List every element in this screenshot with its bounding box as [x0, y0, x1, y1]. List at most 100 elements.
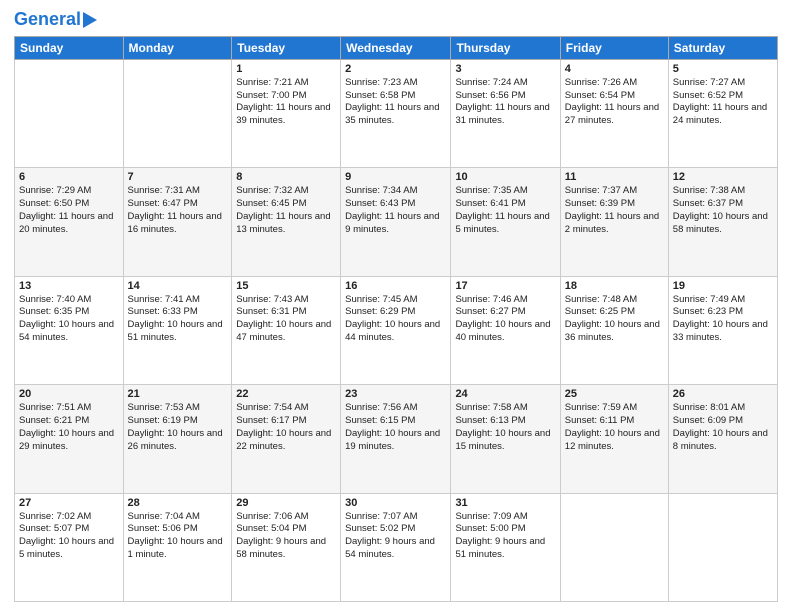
logo-arrow-icon [83, 12, 97, 28]
day-info: Sunrise: 7:26 AM Sunset: 6:54 PM Dayligh… [565, 77, 664, 128]
day-number: 21 [128, 388, 228, 400]
day-number: 1 [236, 63, 336, 75]
calendar-cell: 31 Sunrise: 7:09 AM Sunset: 5:00 PM Dayli… [451, 493, 560, 601]
calendar-cell: 11 Sunrise: 7:37 AM Sunset: 6:39 PM Dayli… [560, 168, 668, 276]
day-info: Sunrise: 7:23 AM Sunset: 6:58 PM Dayligh… [345, 77, 446, 128]
calendar-cell: 15 Sunrise: 7:43 AM Sunset: 6:31 PM Dayli… [232, 276, 341, 384]
calendar-cell: 8 Sunrise: 7:32 AM Sunset: 6:45 PM Daylig… [232, 168, 341, 276]
calendar-cell: 25Sunrise: 7:59 AM Sunset: 6:11 PM Dayli… [560, 385, 668, 493]
day-info: Sunrise: 7:40 AM Sunset: 6:35 PM Dayligh… [19, 294, 119, 345]
weekday-header-monday: Monday [123, 36, 232, 59]
day-info: Sunrise: 7:32 AM Sunset: 6:45 PM Dayligh… [236, 185, 336, 236]
day-info: Sunrise: 7:37 AM Sunset: 6:39 PM Dayligh… [565, 185, 664, 236]
day-number: 3 [455, 63, 555, 75]
day-info: Sunrise: 7:45 AM Sunset: 6:29 PM Dayligh… [345, 294, 446, 345]
calendar-page: General SundayMondayTuesdayWednesdayThur… [0, 0, 792, 612]
day-info: Sunrise: 7:56 AM Sunset: 6:15 PM Dayligh… [345, 402, 446, 453]
calendar-cell: 3 Sunrise: 7:24 AM Sunset: 6:56 PM Daylig… [451, 59, 560, 167]
day-info: Sunrise: 7:58 AM Sunset: 6:13 PM Dayligh… [455, 402, 555, 453]
week-row-1: 1 Sunrise: 7:21 AM Sunset: 7:00 PM Daylig… [15, 59, 778, 167]
day-number: 8 [236, 171, 336, 183]
week-row-2: 6 Sunrise: 7:29 AM Sunset: 6:50 PM Daylig… [15, 168, 778, 276]
day-number: 15 [236, 280, 336, 292]
logo-text: General [14, 10, 81, 30]
day-info: Sunrise: 7:35 AM Sunset: 6:41 PM Dayligh… [455, 185, 555, 236]
calendar-cell: 16 Sunrise: 7:45 AM Sunset: 6:29 PM Dayli… [341, 276, 451, 384]
calendar-cell [560, 493, 668, 601]
day-number: 30 [345, 497, 446, 509]
day-number: 23 [345, 388, 446, 400]
day-info: Sunrise: 7:07 AM Sunset: 5:02 PM Dayligh… [345, 511, 446, 562]
calendar-cell: 18 Sunrise: 7:48 AM Sunset: 6:25 PM Dayli… [560, 276, 668, 384]
day-number: 27 [19, 497, 119, 509]
day-number: 18 [565, 280, 664, 292]
day-info: Sunrise: 7:21 AM Sunset: 7:00 PM Dayligh… [236, 77, 336, 128]
day-info: Sunrise: 7:51 AM Sunset: 6:21 PM Dayligh… [19, 402, 119, 453]
day-info: Sunrise: 7:43 AM Sunset: 6:31 PM Dayligh… [236, 294, 336, 345]
weekday-header-sunday: Sunday [15, 36, 124, 59]
day-number: 14 [128, 280, 228, 292]
calendar-cell: 1 Sunrise: 7:21 AM Sunset: 7:00 PM Daylig… [232, 59, 341, 167]
day-info: Sunrise: 7:41 AM Sunset: 6:33 PM Dayligh… [128, 294, 228, 345]
day-info: Sunrise: 8:01 AM Sunset: 6:09 PM Dayligh… [673, 402, 773, 453]
calendar-cell [123, 59, 232, 167]
calendar-cell: 6 Sunrise: 7:29 AM Sunset: 6:50 PM Daylig… [15, 168, 124, 276]
day-info: Sunrise: 7:31 AM Sunset: 6:47 PM Dayligh… [128, 185, 228, 236]
week-row-5: 27Sunrise: 7:02 AM Sunset: 5:07 PM Dayli… [15, 493, 778, 601]
day-info: Sunrise: 7:49 AM Sunset: 6:23 PM Dayligh… [673, 294, 773, 345]
weekday-header-friday: Friday [560, 36, 668, 59]
weekday-header-thursday: Thursday [451, 36, 560, 59]
day-number: 7 [128, 171, 228, 183]
weekday-header-wednesday: Wednesday [341, 36, 451, 59]
day-number: 16 [345, 280, 446, 292]
calendar-cell: 2 Sunrise: 7:23 AM Sunset: 6:58 PM Daylig… [341, 59, 451, 167]
calendar-cell: 23 Sunrise: 7:56 AM Sunset: 6:15 PM Dayli… [341, 385, 451, 493]
day-info: Sunrise: 7:48 AM Sunset: 6:25 PM Dayligh… [565, 294, 664, 345]
day-info: Sunrise: 7:54 AM Sunset: 6:17 PM Dayligh… [236, 402, 336, 453]
calendar-cell: 9 Sunrise: 7:34 AM Sunset: 6:43 PM Daylig… [341, 168, 451, 276]
calendar-cell: 14 Sunrise: 7:41 AM Sunset: 6:33 PM Dayli… [123, 276, 232, 384]
day-number: 25 [565, 388, 664, 400]
calendar-cell [668, 493, 777, 601]
day-info: Sunrise: 7:46 AM Sunset: 6:27 PM Dayligh… [455, 294, 555, 345]
calendar-table: SundayMondayTuesdayWednesdayThursdayFrid… [14, 36, 778, 602]
day-info: Sunrise: 7:06 AM Sunset: 5:04 PM Dayligh… [236, 511, 336, 562]
day-number: 26 [673, 388, 773, 400]
weekday-header-row: SundayMondayTuesdayWednesdayThursdayFrid… [15, 36, 778, 59]
calendar-cell: 27Sunrise: 7:02 AM Sunset: 5:07 PM Dayli… [15, 493, 124, 601]
week-row-4: 20 Sunrise: 7:51 AM Sunset: 6:21 PM Dayli… [15, 385, 778, 493]
day-info: Sunrise: 7:24 AM Sunset: 6:56 PM Dayligh… [455, 77, 555, 128]
day-info: Sunrise: 7:27 AM Sunset: 6:52 PM Dayligh… [673, 77, 773, 128]
day-number: 9 [345, 171, 446, 183]
week-row-3: 13Sunrise: 7:40 AM Sunset: 6:35 PM Dayli… [15, 276, 778, 384]
day-number: 20 [19, 388, 119, 400]
calendar-cell: 13Sunrise: 7:40 AM Sunset: 6:35 PM Dayli… [15, 276, 124, 384]
day-number: 4 [565, 63, 664, 75]
calendar-cell: 21 Sunrise: 7:53 AM Sunset: 6:19 PM Dayli… [123, 385, 232, 493]
day-number: 2 [345, 63, 446, 75]
weekday-header-saturday: Saturday [668, 36, 777, 59]
day-number: 11 [565, 171, 664, 183]
calendar-cell: 28Sunrise: 7:04 AM Sunset: 5:06 PM Dayli… [123, 493, 232, 601]
day-info: Sunrise: 7:53 AM Sunset: 6:19 PM Dayligh… [128, 402, 228, 453]
day-number: 6 [19, 171, 119, 183]
calendar-cell: 24 Sunrise: 7:58 AM Sunset: 6:13 PM Dayli… [451, 385, 560, 493]
calendar-cell: 22 Sunrise: 7:54 AM Sunset: 6:17 PM Dayli… [232, 385, 341, 493]
day-number: 10 [455, 171, 555, 183]
day-info: Sunrise: 7:34 AM Sunset: 6:43 PM Dayligh… [345, 185, 446, 236]
day-number: 24 [455, 388, 555, 400]
day-number: 31 [455, 497, 555, 509]
calendar-cell: 29 Sunrise: 7:06 AM Sunset: 5:04 PM Dayli… [232, 493, 341, 601]
calendar-cell: 10 Sunrise: 7:35 AM Sunset: 6:41 PM Dayli… [451, 168, 560, 276]
calendar-cell: 30 Sunrise: 7:07 AM Sunset: 5:02 PM Dayli… [341, 493, 451, 601]
day-info: Sunrise: 7:29 AM Sunset: 6:50 PM Dayligh… [19, 185, 119, 236]
calendar-cell: 12 Sunrise: 7:38 AM Sunset: 6:37 PM Dayli… [668, 168, 777, 276]
day-info: Sunrise: 7:09 AM Sunset: 5:00 PM Dayligh… [455, 511, 555, 562]
day-number: 22 [236, 388, 336, 400]
day-info: Sunrise: 7:38 AM Sunset: 6:37 PM Dayligh… [673, 185, 773, 236]
day-number: 29 [236, 497, 336, 509]
logo: General [14, 10, 97, 30]
day-number: 17 [455, 280, 555, 292]
day-number: 12 [673, 171, 773, 183]
calendar-cell: 20 Sunrise: 7:51 AM Sunset: 6:21 PM Dayli… [15, 385, 124, 493]
